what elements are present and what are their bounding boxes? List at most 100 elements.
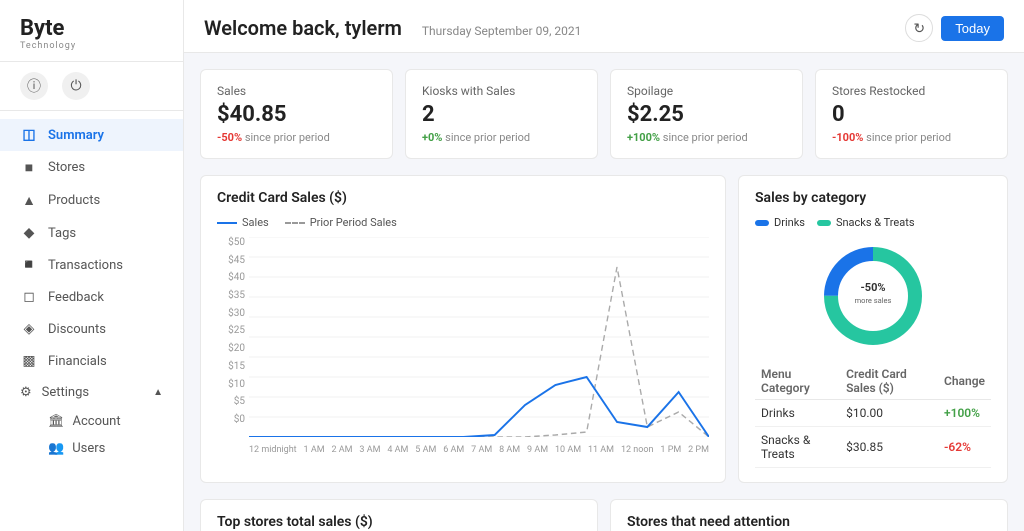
prior-line-indicator [285,222,305,224]
sidebar-item-discounts[interactable]: ◈ Discounts [0,313,183,345]
transactions-icon: ◾ [20,257,38,273]
donut-svg: -50% more sales [818,241,928,351]
page-title: Welcome back, tylerm [204,16,402,40]
nav-menu: ◫ Summary ■ Stores ▲ Products ◆ Tags ◾ T… [0,111,183,531]
stores-icon: ■ [20,159,38,176]
kpi-value: 2 [422,102,581,127]
users-label: Users [72,441,105,456]
kpi-pct: -100% [832,131,863,144]
dashboard-content: Sales $40.85 -50% since prior period Kio… [184,53,1024,531]
sidebar-item-users[interactable]: 👥 Users [48,435,183,462]
kpi-card-sales: Sales $40.85 -50% since prior period [200,69,393,159]
snacks-legend-label: Snacks & Treats [836,216,915,229]
top-stores-card: Top stores total sales ($) [200,499,598,531]
logo-area: Byte Technology [0,0,183,62]
kpi-label: Spoilage [627,84,786,98]
top-stores-title: Top stores total sales ($) [217,514,581,530]
legend-sales-label: Sales [242,216,269,229]
sidebar: Byte Technology ⓘ ⏻ ◫ Summary ■ Stores ▲… [0,0,184,531]
kpi-since: since prior period [445,131,530,144]
legend-prior-label: Prior Period Sales [310,216,397,229]
sidebar-item-account[interactable]: 🏛 Account [48,408,183,435]
sidebar-item-feedback[interactable]: ◻ Feedback [0,281,183,313]
summary-icon: ◫ [20,127,38,143]
row-change: +100% [938,400,991,427]
logo-sub: Technology [20,41,163,51]
sidebar-item-tags[interactable]: ◆ Tags [0,217,183,249]
charts-row: Credit Card Sales ($) Sales Prior Period… [200,175,1008,483]
sidebar-item-label: Transactions [48,258,123,273]
account-icon: 🏛 [48,414,65,429]
snacks-legend-dot [817,220,831,226]
sales-line-indicator [217,222,237,224]
legend-prior: Prior Period Sales [285,216,397,229]
donut-chart-wrap: -50% more sales [755,241,991,351]
financials-icon: ▩ [20,353,38,369]
attention-stores-title: Stores that need attention [627,514,991,530]
drinks-legend-dot [755,220,769,226]
sales-by-category-chart: Sales by category Drinks Snacks & Treats [738,175,1008,483]
chart-area [249,237,709,441]
power-icon[interactable]: ⏻ [62,72,90,100]
today-button[interactable]: Today [941,16,1004,41]
refresh-button[interactable]: ↻ [905,14,933,42]
svg-text:more sales: more sales [855,296,892,305]
main-content: Welcome back, tylerm Thursday September … [184,0,1024,531]
kpi-change: -100% since prior period [832,131,991,144]
x-axis: 12 midnight 1 AM 2 AM 3 AM 4 AM 5 AM 6 A… [249,445,709,455]
account-label: Account [73,414,121,429]
kpi-card-kiosks: Kiosks with Sales 2 +0% since prior peri… [405,69,598,159]
discounts-icon: ◈ [20,321,38,337]
line-chart-wrap: $50 $45 $40 $35 $30 $25 $20 $15 $10 $5 $… [217,237,709,455]
bottom-cards-row: Top stores total sales ($) Stores that n… [200,499,1008,531]
kpi-change: +0% since prior period [422,131,581,144]
credit-card-chart: Credit Card Sales ($) Sales Prior Period… [200,175,726,483]
settings-submenu: 🏛 Account 👥 Users [0,408,183,462]
users-icon: 👥 [48,441,64,456]
logo-text: Byte [20,16,163,41]
kpi-label: Sales [217,84,376,98]
row-sales: $10.00 [840,400,938,427]
svg-text:-50%: -50% [860,281,885,294]
legend-drinks: Drinks [755,216,805,229]
sidebar-item-transactions[interactable]: ◾ Transactions [0,249,183,281]
chart-title: Credit Card Sales ($) [217,190,709,206]
kpi-change: +100% since prior period [627,131,786,144]
legend-snacks: Snacks & Treats [817,216,915,229]
drinks-legend-label: Drinks [774,216,805,229]
kpi-since: since prior period [245,131,330,144]
kpi-change: -50% since prior period [217,131,376,144]
sidebar-item-label: Summary [48,128,104,143]
sidebar-item-summary[interactable]: ◫ Summary [0,119,183,151]
settings-label: Settings [42,385,89,400]
kpi-since: since prior period [866,131,951,144]
table-row: Snacks & Treats $30.85 -62% [755,427,991,468]
attention-stores-card: Stores that need attention [610,499,1008,531]
kpi-card-spoilage: Spoilage $2.25 +100% since prior period [610,69,803,159]
sidebar-item-settings[interactable]: ⚙ Settings ▲ [0,377,183,408]
col-header-category: Menu Category [755,363,840,400]
products-icon: ▲ [20,192,38,209]
sidebar-item-stores[interactable]: ■ Stores [0,151,183,184]
kpi-label: Stores Restocked [832,84,991,98]
sidebar-item-label: Feedback [48,290,104,305]
kpi-pct: -50% [217,131,242,144]
header-actions: ↻ Today [905,14,1004,42]
chart-legend: Sales Prior Period Sales [217,216,709,229]
page-header: Welcome back, tylerm Thursday September … [184,0,1024,53]
row-category: Snacks & Treats [755,427,840,468]
legend-sales: Sales [217,216,269,229]
row-category: Drinks [755,400,840,427]
sidebar-item-label: Financials [48,354,107,369]
feedback-icon: ◻ [20,289,38,305]
kpi-card-restocked: Stores Restocked 0 -100% since prior per… [815,69,1008,159]
sidebar-item-products[interactable]: ▲ Products [0,184,183,217]
row-change: -62% [938,427,991,468]
sidebar-item-financials[interactable]: ▩ Financials [0,345,183,377]
line-chart-svg [249,237,709,437]
sidebar-item-label: Stores [48,160,85,175]
sidebar-item-label: Products [48,193,100,208]
profile-icon[interactable]: ⓘ [20,72,48,100]
kpi-pct: +100% [627,131,660,144]
col-header-sales: Credit Card Sales ($) [840,363,938,400]
